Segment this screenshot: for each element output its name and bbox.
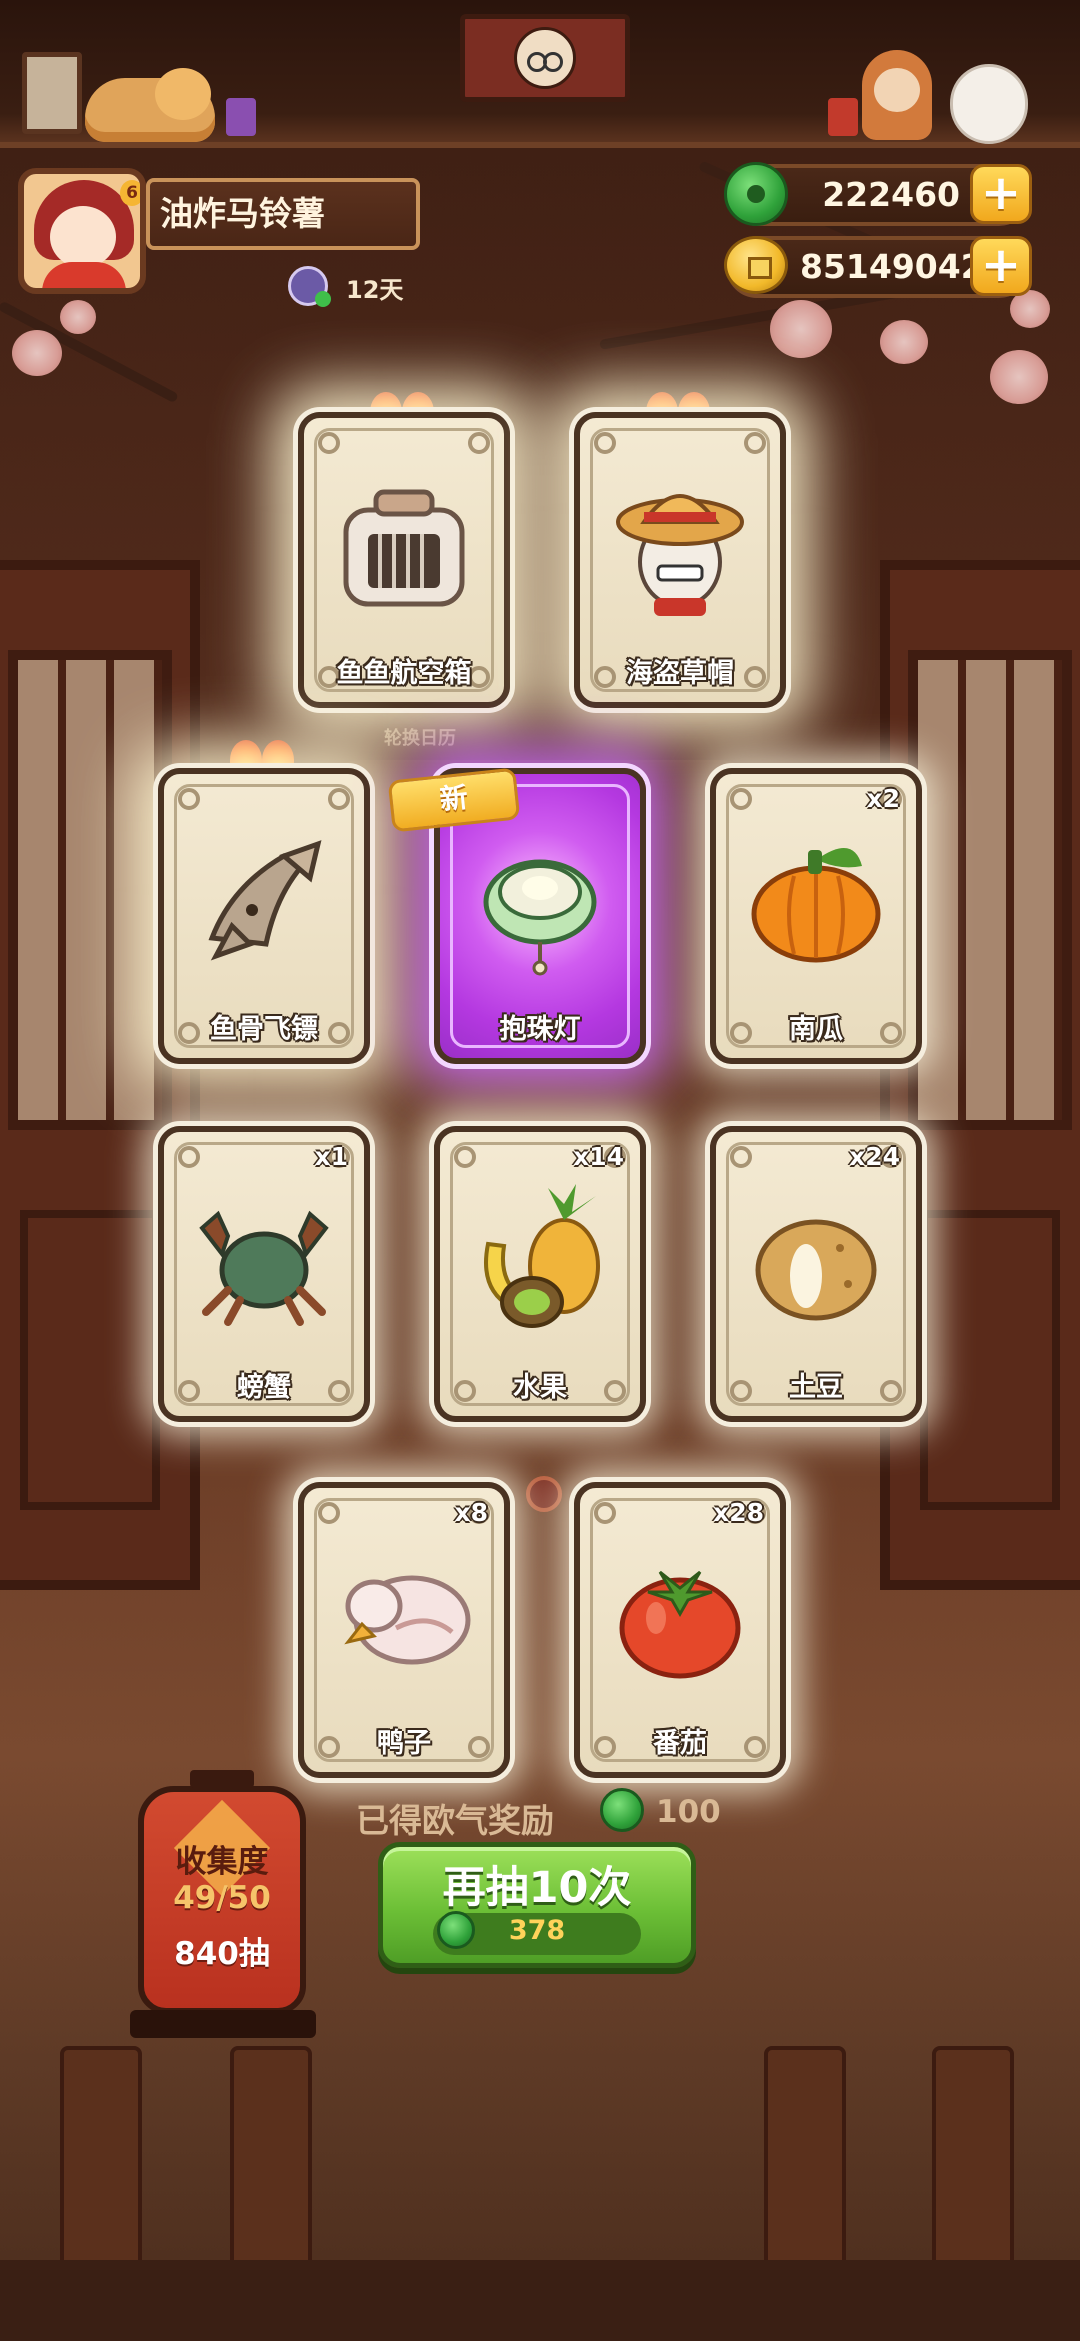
card-quantity: x8 xyxy=(454,1498,488,1527)
character-days-icon xyxy=(288,266,331,307)
wall-frame xyxy=(22,52,82,134)
floor xyxy=(0,2260,1080,2341)
reward-amount: 100 xyxy=(656,1794,721,1830)
blossom-decoration xyxy=(12,330,62,376)
pet-carrier-icon xyxy=(343,489,465,607)
card-label: 鱼骨飞镖 xyxy=(210,1014,318,1045)
draw-10-button[interactable]: 再抽10次 378 xyxy=(378,1842,696,1968)
card-label: 海盗草帽 xyxy=(626,658,734,689)
card-crab[interactable]: x1 螃蟹 xyxy=(158,1126,370,1422)
card-tomato[interactable]: x28 番茄 xyxy=(574,1482,786,1778)
card-straw-hat[interactable]: 海盗草帽 xyxy=(574,412,786,708)
rotate-calendar-label: 轮换日历 xyxy=(384,728,456,749)
draw-cost: 378 xyxy=(508,1915,566,1946)
card-pet-carrier[interactable]: 鱼鱼航空箱 xyxy=(298,412,510,708)
add-jade-button[interactable]: + xyxy=(970,164,1032,224)
potato-icon xyxy=(755,1219,877,1321)
coin-icon xyxy=(724,236,788,294)
pearl-lamp-icon xyxy=(483,859,597,976)
portrait-face xyxy=(514,27,576,89)
card-label: 螃蟹 xyxy=(237,1372,291,1403)
fishbone-dart-icon xyxy=(208,840,322,961)
card-quantity: x2 xyxy=(866,784,900,813)
center-ornament xyxy=(526,1476,562,1512)
fence-post xyxy=(230,2046,312,2266)
cup-decoration xyxy=(226,98,256,136)
cup-decoration xyxy=(828,98,858,136)
card-potato[interactable]: x24 土豆 xyxy=(710,1126,922,1422)
collection-title: 收集度 xyxy=(175,1844,269,1880)
card-label: 南瓜 xyxy=(789,1014,843,1045)
npc-cat xyxy=(950,64,1028,144)
card-quantity: x1 xyxy=(314,1142,348,1171)
pumpkin-icon xyxy=(751,848,881,963)
straw-hat-icon xyxy=(616,494,744,616)
jade-icon xyxy=(724,162,788,226)
crab-icon xyxy=(199,1210,329,1326)
pull-count: 840抽 xyxy=(174,1936,270,1972)
lantern-stand xyxy=(130,2010,316,2038)
blossom-decoration xyxy=(60,300,96,334)
coin-currency: 85149042 + xyxy=(724,236,1032,298)
card-duck[interactable]: x8 鸭子 xyxy=(298,1482,510,1778)
player-avatar[interactable]: 6 xyxy=(18,168,146,294)
card-label: 番茄 xyxy=(653,1728,707,1759)
card-label: 鸭子 xyxy=(377,1728,431,1759)
reward-text: 已得欧气奖励 xyxy=(356,1801,554,1840)
level-badge: 6 xyxy=(120,180,140,206)
card-quantity: x14 xyxy=(573,1142,624,1171)
shelf-cat-decoration xyxy=(85,68,215,142)
duck-icon xyxy=(344,1575,471,1665)
fence-post xyxy=(60,2046,142,2266)
npc-character xyxy=(862,50,932,140)
blossom-decoration xyxy=(770,300,832,358)
card-label: 抱珠灯 xyxy=(499,1014,581,1045)
draw-button-label: 再抽10次 xyxy=(442,1863,632,1913)
fence-post xyxy=(764,2046,846,2266)
coin-amount: 85149042 xyxy=(800,247,984,286)
card-quantity: x24 xyxy=(849,1142,900,1171)
jade-amount: 222460 xyxy=(822,175,960,214)
add-coins-button[interactable]: + xyxy=(970,236,1032,296)
card-label: 水果 xyxy=(513,1372,567,1403)
days-count: 12天 xyxy=(346,276,404,304)
jade-currency: 222460 + xyxy=(724,162,1032,226)
tomato-icon xyxy=(619,1570,741,1679)
blossom-decoration xyxy=(990,350,1048,404)
card-pumpkin[interactable]: x2 南瓜 xyxy=(710,768,922,1064)
fence-post xyxy=(932,2046,1014,2266)
card-label: 鱼鱼航空箱 xyxy=(336,658,472,689)
left-door xyxy=(0,560,200,1590)
card-fruit[interactable]: x14 水果 xyxy=(434,1126,646,1422)
luck-reward-line: 已得欧气奖励 100 xyxy=(356,1788,776,1840)
fruit-icon xyxy=(484,1184,600,1328)
card-label: 土豆 xyxy=(789,1372,843,1403)
card-fishbone-dart[interactable]: 鱼骨飞镖 xyxy=(158,768,370,1064)
player-name: 油炸马铃薯 xyxy=(146,178,420,250)
blossom-decoration xyxy=(880,320,928,364)
card-quantity: x28 xyxy=(713,1498,764,1527)
collection-progress: 49/50 xyxy=(173,1880,271,1916)
jade-icon xyxy=(600,1788,644,1832)
collection-lantern[interactable]: 收集度 49/50 840抽 xyxy=(138,1770,306,2014)
hanging-portrait xyxy=(460,14,630,102)
right-door xyxy=(880,560,1080,1590)
